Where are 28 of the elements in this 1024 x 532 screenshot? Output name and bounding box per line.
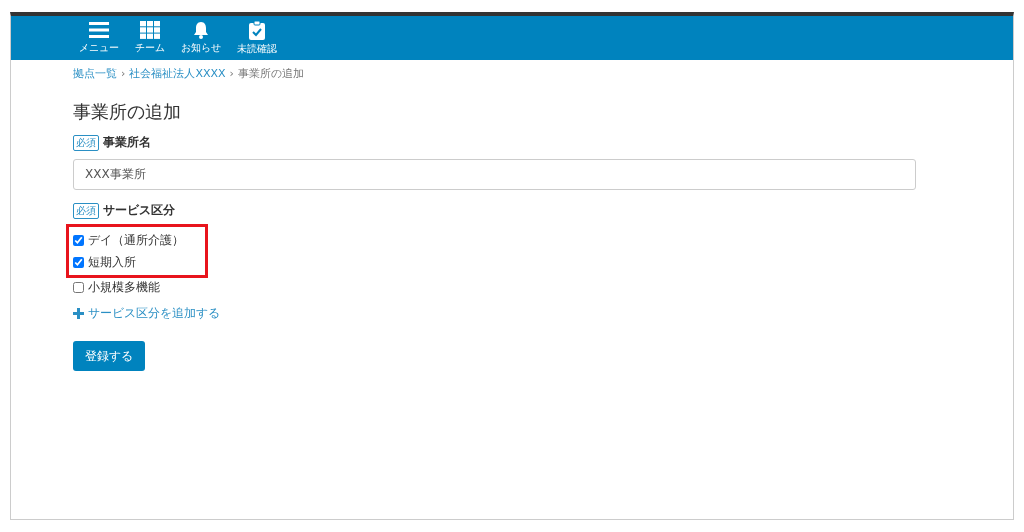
required-badge: 必須: [73, 202, 99, 219]
nav-button[interactable]: チーム: [131, 16, 169, 60]
nav-button[interactable]: 未読確認: [233, 16, 281, 60]
breadcrumb-current: 事業所の追加: [237, 65, 304, 81]
breadcrumb-separator: ›: [229, 66, 234, 80]
breadcrumb-link[interactable]: 社会福祉法人XXXX: [129, 65, 226, 81]
page-title: 事業所の追加: [73, 100, 182, 124]
nav-button[interactable]: お知らせ: [177, 16, 225, 60]
breadcrumb-separator: ›: [121, 66, 126, 80]
checkbox-label[interactable]: 短期入所: [88, 253, 136, 271]
field-label: サービス区分: [103, 202, 175, 219]
checkbox-label[interactable]: 小規模多機能: [88, 278, 160, 296]
input-field[interactable]: XXX事業所: [73, 159, 916, 190]
clipboard-check-icon: [249, 20, 265, 40]
checkbox[interactable]: [73, 281, 84, 293]
grid-icon: [140, 21, 160, 39]
breadcrumb-link[interactable]: 拠点一覧: [73, 65, 117, 81]
submit-button[interactable]: 登録する: [73, 341, 145, 371]
checkbox[interactable]: [73, 234, 84, 246]
required-badge: 必須: [73, 134, 99, 151]
field-label: 事業所名: [103, 134, 151, 151]
plus-icon: [73, 308, 84, 319]
nav-button[interactable]: メニュー: [75, 16, 123, 60]
menu-icon: [89, 21, 109, 39]
bell-icon: [192, 21, 210, 39]
add-service-link[interactable]: サービス区分を追加する: [73, 305, 220, 322]
checkbox-label[interactable]: デイ（通所介護）: [88, 231, 184, 249]
checkbox[interactable]: [73, 256, 84, 268]
